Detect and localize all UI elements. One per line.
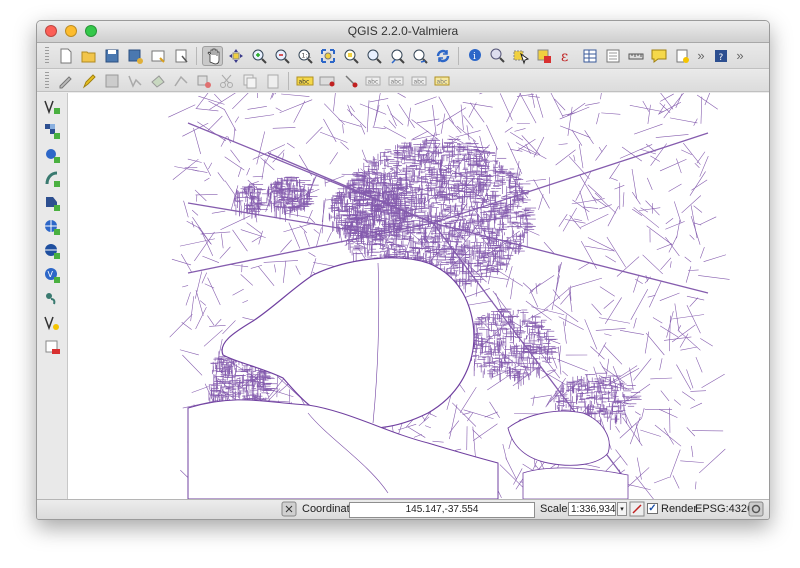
- toolbar-grip[interactable]: [45, 71, 49, 90]
- toggle-extents-icon[interactable]: [281, 501, 297, 517]
- help-icon[interactable]: ?: [710, 46, 731, 66]
- label-toolbar-icon[interactable]: abc: [294, 71, 315, 91]
- label-properties-icon[interactable]: abc: [432, 71, 453, 91]
- node-tool-icon[interactable]: [170, 71, 191, 91]
- svg-text:1:1: 1:1: [301, 52, 311, 59]
- change-label-icon[interactable]: abc: [409, 71, 430, 91]
- cut-features-icon[interactable]: [216, 71, 237, 91]
- scale-field[interactable]: 1:336,934: [568, 502, 616, 516]
- zoom-in-icon[interactable]: [248, 46, 269, 66]
- svg-text:V: V: [48, 270, 54, 279]
- identify-features-icon[interactable]: i: [464, 46, 485, 66]
- map-canvas[interactable]: [68, 93, 769, 499]
- toolbar-grip[interactable]: [45, 46, 49, 65]
- zoom-out-icon[interactable]: [271, 46, 292, 66]
- title-bar: QGIS 2.2.0-Valmiera: [37, 21, 769, 43]
- window-title: QGIS 2.2.0-Valmiera: [347, 24, 459, 38]
- zoom-actual-size-icon[interactable]: 1:1: [294, 46, 315, 66]
- copy-features-icon[interactable]: [239, 71, 260, 91]
- road-network-map: [168, 93, 730, 499]
- add-delimited-text-layer-icon[interactable]: [40, 192, 64, 213]
- save-project-icon[interactable]: [101, 46, 122, 66]
- add-wms-layer-icon[interactable]: [40, 216, 64, 237]
- svg-text:ε: ε: [561, 49, 568, 65]
- svg-text:abc: abc: [436, 78, 447, 85]
- coordinate-field[interactable]: 145.147,-37.554: [349, 502, 535, 518]
- pan-map-icon[interactable]: [202, 45, 223, 66]
- measure-icon[interactable]: [625, 46, 646, 66]
- toolbar-separator: [458, 46, 459, 65]
- remove-layer-icon[interactable]: [40, 336, 64, 357]
- new-project-icon[interactable]: [55, 46, 76, 66]
- text-annotation-icon[interactable]: [671, 46, 692, 66]
- refresh-icon[interactable]: [432, 46, 453, 66]
- add-raster-layer-icon[interactable]: [40, 120, 64, 141]
- highlight-pinned-icon[interactable]: [340, 71, 361, 91]
- pin-labels-icon[interactable]: [317, 71, 338, 91]
- move-feature-icon[interactable]: [147, 71, 168, 91]
- qgis-window: QGIS 2.2.0-Valmiera 1:1 i ε » ? » abc ab…: [36, 20, 770, 520]
- status-bar: Coordinate: 145.147,-37.554 Scale 1:336,…: [37, 499, 769, 519]
- statistics-icon[interactable]: [602, 46, 623, 66]
- scale-label: Scale: [540, 503, 568, 515]
- svg-text:abc: abc: [413, 78, 424, 85]
- composer-manager-icon[interactable]: [170, 46, 191, 66]
- rotate-label-icon[interactable]: abc: [386, 71, 407, 91]
- stop-render-icon[interactable]: [629, 501, 645, 517]
- save-as-icon[interactable]: [124, 46, 145, 66]
- annotation-icon[interactable]: [648, 46, 669, 66]
- svg-text:abc: abc: [367, 78, 378, 85]
- field-calculator-icon[interactable]: ε: [556, 46, 577, 66]
- add-spatialite-layer-icon[interactable]: [40, 168, 64, 189]
- save-edits-icon[interactable]: [101, 71, 122, 91]
- toolbar-separator: [288, 71, 289, 90]
- new-shapefile-layer-icon[interactable]: [40, 312, 64, 333]
- zoom-to-layer-icon[interactable]: [363, 46, 384, 66]
- deselect-all-icon[interactable]: [533, 46, 554, 66]
- delete-selected-icon[interactable]: [193, 71, 214, 91]
- move-label-icon[interactable]: abc: [363, 71, 384, 91]
- svg-text:abc: abc: [390, 78, 401, 85]
- toolbar-separator: [196, 46, 197, 65]
- svg-text:?: ?: [718, 53, 723, 63]
- render-label: Render: [661, 503, 698, 515]
- digitizing-toolbar: abc abc abc abc abc: [37, 70, 769, 92]
- add-wcs-layer-icon[interactable]: [40, 240, 64, 261]
- main-toolbar: 1:1 i ε » ? »: [37, 43, 769, 69]
- zoom-full-icon[interactable]: [317, 46, 338, 66]
- add-wfs-layer-icon[interactable]: V: [40, 264, 64, 285]
- toolbar-overflow-button-2[interactable]: »: [733, 48, 747, 63]
- crs-settings-icon[interactable]: [748, 501, 764, 517]
- add-postgis-layer-icon[interactable]: [40, 144, 64, 165]
- manage-layers-toolbar: V: [37, 93, 68, 502]
- render-checkbox[interactable]: ✓: [647, 503, 658, 514]
- new-print-composer-icon[interactable]: [147, 46, 168, 66]
- open-project-icon[interactable]: [78, 46, 99, 66]
- crs-status-label[interactable]: EPSG:4326: [695, 503, 753, 515]
- add-feature-icon[interactable]: [124, 71, 145, 91]
- svg-text:abc: abc: [298, 78, 309, 85]
- zoom-last-icon[interactable]: [386, 46, 407, 66]
- svg-text:i: i: [473, 52, 476, 62]
- toggle-editing-icon[interactable]: [78, 71, 99, 91]
- add-vector-layer-icon[interactable]: [40, 96, 64, 117]
- edits-icon[interactable]: [55, 71, 76, 91]
- zoom-next-icon[interactable]: [409, 46, 430, 66]
- zoom-to-selection-icon[interactable]: [340, 46, 361, 66]
- paste-features-icon[interactable]: [262, 71, 283, 91]
- gps-tools-icon[interactable]: [40, 288, 64, 309]
- pan-to-selection-icon[interactable]: [225, 46, 246, 66]
- select-features-icon[interactable]: [510, 46, 531, 66]
- map-tips-icon[interactable]: [487, 46, 508, 66]
- scale-dropdown-arrow[interactable]: ▾: [617, 502, 627, 516]
- attribute-table-icon[interactable]: [579, 46, 600, 66]
- toolbar-overflow-button[interactable]: »: [694, 48, 708, 63]
